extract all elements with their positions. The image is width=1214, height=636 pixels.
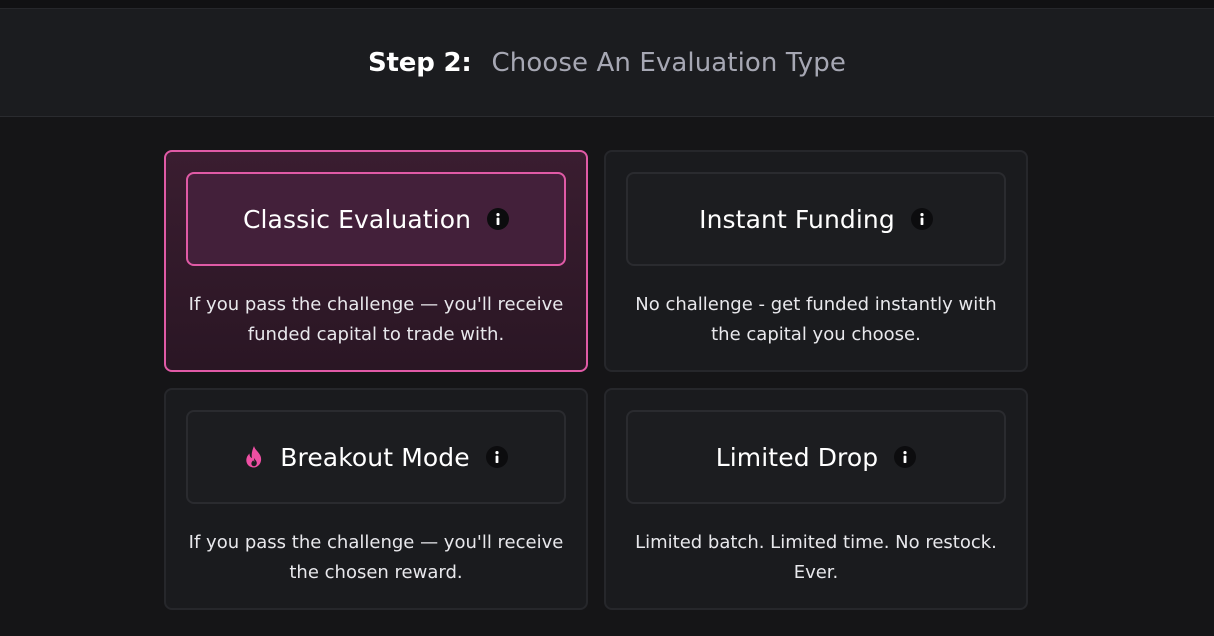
option-description: No challenge - get funded instantly with… [635, 294, 997, 345]
option-header-breakout-mode[interactable]: Breakout Mode [186, 410, 566, 504]
option-header-limited-drop[interactable]: Limited Drop [626, 410, 1006, 504]
step-title: Choose An Evaluation Type [491, 47, 846, 78]
page: Step 2: Choose An Evaluation Type Classi… [0, 0, 1214, 636]
fire-icon [244, 445, 264, 469]
option-title: Instant Funding [699, 204, 895, 234]
info-icon[interactable] [894, 446, 917, 468]
option-title: Breakout Mode [280, 442, 470, 472]
step-label: Step 2: [368, 47, 472, 78]
info-icon[interactable] [487, 208, 510, 230]
option-title: Limited Drop [715, 442, 879, 472]
top-strip [0, 0, 1214, 9]
info-icon[interactable] [485, 446, 508, 468]
option-card-limited-drop[interactable]: Limited Drop Limited batch. Limited time… [604, 388, 1028, 610]
option-header-classic-evaluation[interactable]: Classic Evaluation [186, 172, 566, 266]
option-card-breakout-mode[interactable]: Breakout Mode If you pass the challenge … [164, 388, 588, 610]
option-header-instant-funding[interactable]: Instant Funding [626, 172, 1006, 266]
option-description: If you pass the challenge — you'll recei… [188, 532, 564, 583]
option-description: If you pass the challenge — you'll recei… [188, 294, 564, 345]
option-card-classic-evaluation[interactable]: Classic Evaluation If you pass the chall… [164, 150, 588, 372]
step-header: Step 2: Choose An Evaluation Type [0, 9, 1214, 117]
option-title: Classic Evaluation [242, 204, 472, 234]
option-description: Limited batch. Limited time. No restock.… [635, 532, 997, 583]
info-icon[interactable] [910, 208, 933, 230]
option-card-instant-funding[interactable]: Instant Funding No challenge - get funde… [604, 150, 1028, 372]
evaluation-options: Classic Evaluation If you pass the chall… [164, 150, 1028, 610]
